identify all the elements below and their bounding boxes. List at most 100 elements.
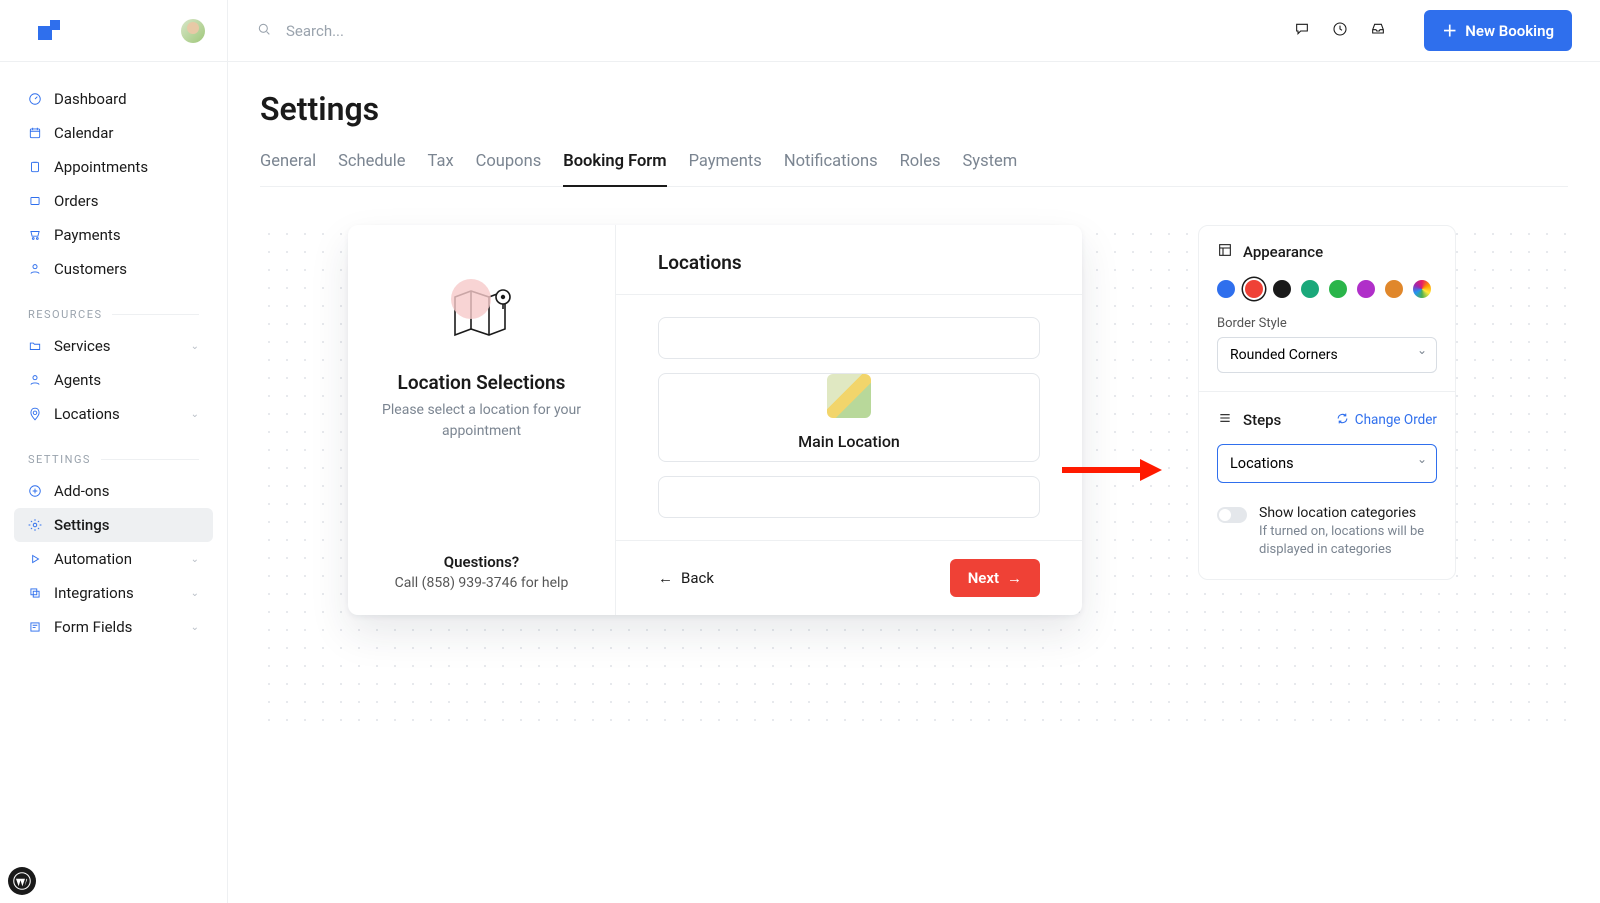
nav-addons[interactable]: Add-ons <box>14 474 213 508</box>
layout-icon <box>1217 242 1233 262</box>
color-swatch-teal[interactable] <box>1301 280 1319 298</box>
nav-payments[interactable]: Payments <box>14 218 213 252</box>
location-thumbnail <box>827 374 871 418</box>
wordpress-badge-icon[interactable] <box>8 867 36 895</box>
chevron-down-icon: ⌄ <box>191 409 199 420</box>
location-option-empty[interactable] <box>658 476 1040 518</box>
search-input[interactable] <box>286 22 586 40</box>
main: ＋New Booking Settings General Schedule T… <box>228 0 1600 903</box>
list-icon <box>1217 410 1233 430</box>
form-icon <box>28 620 42 634</box>
nav-form-fields[interactable]: Form Fields⌄ <box>14 610 213 644</box>
nav-services[interactable]: Services ⌄ <box>14 329 213 363</box>
questions-block: Questions? Call (858) 939-3746 for help <box>395 513 569 591</box>
nav-label: Services <box>54 337 111 355</box>
play-icon <box>28 552 42 566</box>
pin-icon <box>28 407 42 421</box>
preview-right-panel: Locations Main Location ←Back <box>616 225 1082 615</box>
nav-appointments[interactable]: Appointments <box>14 150 213 184</box>
show-categories-toggle[interactable] <box>1217 507 1247 523</box>
nav-agents[interactable]: Agents <box>14 363 213 397</box>
chevron-down-icon: ⌄ <box>191 341 199 352</box>
color-swatch-custom[interactable] <box>1413 280 1431 298</box>
tab-system[interactable]: System <box>962 152 1017 186</box>
step-select[interactable]: Locations <box>1217 444 1437 483</box>
location-list: Main Location <box>616 295 1082 540</box>
nav-primary: Dashboard Calendar Appointments Orders P… <box>0 62 227 644</box>
calendar-icon <box>28 126 42 140</box>
new-booking-button[interactable]: ＋New Booking <box>1424 10 1572 51</box>
location-option-empty[interactable] <box>658 317 1040 359</box>
preview-title: Location Selections <box>398 371 566 394</box>
accent-circle <box>451 279 491 319</box>
user-avatar[interactable] <box>181 19 205 43</box>
inbox-icon[interactable] <box>1370 21 1386 41</box>
page-title: Settings <box>260 90 1568 128</box>
color-swatch-red[interactable] <box>1245 280 1263 298</box>
plus-icon: ＋ <box>1442 20 1457 41</box>
nav-orders[interactable]: Orders <box>14 184 213 218</box>
location-option-main[interactable]: Main Location <box>658 373 1040 462</box>
cart-icon <box>28 228 42 242</box>
tab-general[interactable]: General <box>260 152 316 186</box>
show-categories-toggle-row: Show location categories If turned on, l… <box>1217 505 1437 559</box>
color-swatch-purple[interactable] <box>1357 280 1375 298</box>
steps-heading: Steps <box>1217 410 1281 430</box>
settings-tabs: General Schedule Tax Coupons Booking For… <box>260 152 1568 187</box>
user-icon <box>28 373 42 387</box>
tab-roles[interactable]: Roles <box>900 152 941 186</box>
color-swatch-orange[interactable] <box>1385 280 1403 298</box>
gear-icon <box>28 518 42 532</box>
gauge-icon <box>28 92 42 106</box>
steps-heading-row: Steps Change Order <box>1217 410 1437 430</box>
app-logo[interactable] <box>38 20 60 42</box>
top-icons: ＋New Booking <box>1294 10 1572 51</box>
chevron-down-icon: ⌄ <box>191 588 199 599</box>
workspace: Location Selections Please select a loca… <box>260 225 1568 725</box>
nav-section-resources: RESOURCES <box>14 286 213 329</box>
tab-tax[interactable]: Tax <box>428 152 454 186</box>
tab-notifications[interactable]: Notifications <box>784 152 878 186</box>
nav-section-settings: SETTINGS <box>14 431 213 474</box>
tab-booking-form[interactable]: Booking Form <box>563 152 666 187</box>
nav-settings[interactable]: Settings <box>14 508 213 542</box>
nav-calendar[interactable]: Calendar <box>14 116 213 150</box>
tab-schedule[interactable]: Schedule <box>338 152 405 186</box>
arrow-left-icon: ← <box>658 569 673 587</box>
step-select-wrap: Locations <box>1217 444 1437 483</box>
preview-footer: ←Back Next→ <box>616 540 1082 615</box>
booking-form-preview: Location Selections Please select a loca… <box>348 225 1082 615</box>
color-swatch-blue[interactable] <box>1217 280 1235 298</box>
tab-payments[interactable]: Payments <box>689 152 762 186</box>
change-order-link[interactable]: Change Order <box>1336 412 1437 429</box>
nav-dashboard[interactable]: Dashboard <box>14 82 213 116</box>
nav-customers[interactable]: Customers <box>14 252 213 286</box>
topbar: ＋New Booking <box>228 0 1600 62</box>
sidebar-header <box>0 0 227 62</box>
nav-label: Integrations <box>54 584 134 602</box>
tab-coupons[interactable]: Coupons <box>476 152 542 186</box>
toggle-title: Show location categories <box>1259 505 1437 521</box>
nav-label: Settings <box>54 516 110 534</box>
copy-icon <box>28 586 42 600</box>
border-style-select[interactable]: Rounded Corners <box>1217 337 1437 373</box>
box-icon <box>28 194 42 208</box>
chat-icon[interactable] <box>1294 21 1310 41</box>
appearance-panel: Appearance Border Style <box>1198 225 1456 580</box>
nav-locations[interactable]: Locations⌄ <box>14 397 213 431</box>
color-swatch-green[interactable] <box>1329 280 1347 298</box>
folder-icon <box>28 339 42 353</box>
toggle-text: Show location categories If turned on, l… <box>1259 505 1437 559</box>
questions-title: Questions? <box>395 553 569 571</box>
questions-phone: Call (858) 939-3746 for help <box>395 575 569 591</box>
search-icon <box>256 21 272 41</box>
next-button[interactable]: Next→ <box>950 559 1040 597</box>
nav-integrations[interactable]: Integrations ⌄ <box>14 576 213 610</box>
nav-label: Appointments <box>54 158 148 176</box>
nav-automation[interactable]: Automation⌄ <box>14 542 213 576</box>
color-swatches <box>1217 280 1437 298</box>
back-button[interactable]: ←Back <box>658 569 714 587</box>
color-swatch-black[interactable] <box>1273 280 1291 298</box>
user-icon <box>28 262 42 276</box>
clock-icon[interactable] <box>1332 21 1348 41</box>
